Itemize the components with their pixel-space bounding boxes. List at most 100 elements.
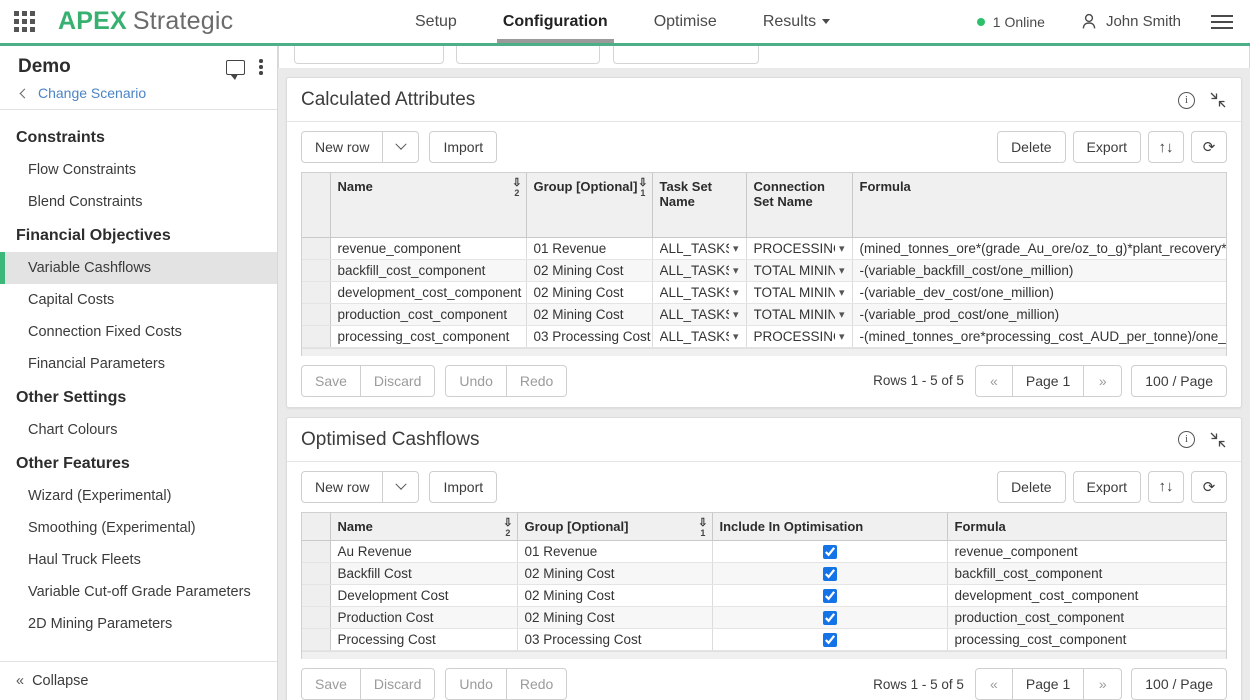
cell-task-set[interactable]: ALL_TASKS ▾	[652, 325, 747, 348]
sidebar-item-financial-parameters[interactable]: Financial Parameters	[0, 348, 277, 380]
new-row-button[interactable]: New row	[301, 470, 384, 503]
cell-include[interactable]	[712, 540, 948, 563]
cell-group[interactable]: 02 Mining Cost	[517, 606, 713, 629]
first-page-button[interactable]: «	[974, 668, 1013, 700]
column-header-connection-set-name[interactable]: Connection Set Name	[746, 173, 853, 238]
horizontal-scrollbar[interactable]	[302, 347, 1226, 356]
cell-name[interactable]: processing_cost_component	[330, 325, 527, 348]
partial-input-field-2[interactable]	[456, 46, 600, 64]
sidebar-collapse-button[interactable]: « Collapse	[0, 661, 277, 700]
more-options-icon[interactable]	[259, 57, 263, 78]
export-button[interactable]: Export	[1072, 131, 1141, 163]
row-selector[interactable]	[302, 237, 331, 260]
cell-name[interactable]: backfill_cost_component	[330, 259, 527, 282]
table-row[interactable]: Production Cost 02 Mining Cost productio…	[302, 606, 1226, 629]
column-header-task-set-name[interactable]: Task Set Name	[652, 173, 747, 238]
row-selector[interactable]	[302, 281, 331, 304]
cell-connection-set[interactable]: TOTAL MINING▾	[746, 281, 853, 304]
table-row[interactable]: Backfill Cost 02 Mining Cost backfill_co…	[302, 562, 1226, 585]
refresh-icon-button[interactable]: ⟳	[1191, 470, 1227, 503]
row-selector[interactable]	[302, 325, 331, 348]
hamburger-menu-icon[interactable]	[1211, 11, 1233, 33]
next-page-button[interactable]: »	[1084, 364, 1123, 397]
sidebar-item-chart-colours[interactable]: Chart Colours	[0, 414, 277, 446]
cell-group[interactable]: 01 Revenue	[526, 237, 653, 260]
sidebar-item-smoothing[interactable]: Smoothing (Experimental)	[0, 512, 277, 544]
partial-input-field-1[interactable]	[294, 46, 444, 64]
save-button[interactable]: Save	[301, 364, 361, 397]
table-row[interactable]: development_cost_component 02 Mining Cos…	[302, 281, 1226, 304]
column-header-formula[interactable]: Formula	[852, 173, 1226, 238]
cell-name[interactable]: Au Revenue	[330, 540, 518, 563]
cell-formula[interactable]: revenue_component	[947, 540, 1226, 563]
new-row-button[interactable]: New row	[301, 131, 384, 163]
row-selector[interactable]	[302, 259, 331, 282]
current-page-button[interactable]: Page 1	[1012, 668, 1085, 700]
sort-indicator[interactable]: ⇩ 2	[503, 517, 512, 538]
table-row[interactable]: Au Revenue 01 Revenue revenue_component	[302, 540, 1226, 563]
row-selector[interactable]	[302, 584, 331, 607]
cell-task-set[interactable]: ALL_TASKS ▾	[652, 259, 747, 282]
cell-formula[interactable]: (mined_tonnes_ore*(grade_Au_ore/oz_to_g)…	[852, 237, 1226, 260]
collapse-panel-icon[interactable]	[1209, 91, 1227, 109]
cell-include[interactable]	[712, 562, 948, 585]
refresh-icon-button[interactable]: ⟳	[1191, 131, 1227, 163]
cell-group[interactable]: 01 Revenue	[517, 540, 713, 563]
cell-formula[interactable]: -(mined_tonnes_ore*processing_cost_AUD_p…	[852, 325, 1226, 348]
cell-task-set[interactable]: ALL_TASKS ▾	[652, 281, 747, 304]
undo-button[interactable]: Undo	[445, 668, 507, 700]
table-row[interactable]: Processing Cost 03 Processing Cost proce…	[302, 628, 1226, 651]
info-icon[interactable]: i	[1178, 91, 1195, 109]
sidebar-item-haul-truck-fleets[interactable]: Haul Truck Fleets	[0, 544, 277, 576]
page-size-button[interactable]: 100 / Page	[1131, 668, 1227, 700]
undo-button[interactable]: Undo	[445, 364, 507, 397]
save-button[interactable]: Save	[301, 668, 361, 700]
cell-group[interactable]: 02 Mining Cost	[526, 281, 653, 304]
redo-button[interactable]: Redo	[506, 364, 568, 397]
delete-button[interactable]: Delete	[997, 470, 1066, 503]
sort-icon-button[interactable]: ↑↓	[1148, 131, 1184, 163]
cell-formula[interactable]: -(variable_prod_cost/one_million)	[852, 303, 1226, 326]
row-selector[interactable]	[302, 303, 331, 326]
cell-connection-set[interactable]: PROCESSING ▾	[746, 237, 853, 260]
column-header-group[interactable]: Group [Optional] ⇩ 1	[526, 173, 653, 238]
collapse-panel-icon[interactable]	[1209, 431, 1227, 449]
cell-task-set[interactable]: ALL_TASKS ▾	[652, 303, 747, 326]
nav-item-optimise[interactable]: Optimise	[654, 0, 717, 43]
cell-group[interactable]: 02 Mining Cost	[526, 303, 653, 326]
cell-group[interactable]: 02 Mining Cost	[526, 259, 653, 282]
change-scenario-link[interactable]: Change Scenario	[18, 85, 263, 101]
column-header-name[interactable]: Name ⇩ 2	[330, 512, 518, 541]
include-in-optimisation-checkbox[interactable]	[822, 544, 837, 559]
cell-name[interactable]: Backfill Cost	[330, 562, 518, 585]
table-row[interactable]: backfill_cost_component 02 Mining Cost A…	[302, 259, 1226, 282]
sort-indicator[interactable]: ⇩ 2	[512, 178, 521, 199]
delete-button[interactable]: Delete	[997, 131, 1066, 163]
first-page-button[interactable]: «	[974, 364, 1013, 397]
include-in-optimisation-checkbox[interactable]	[822, 588, 837, 603]
discard-button[interactable]: Discard	[360, 364, 436, 397]
nav-item-results[interactable]: Results	[763, 0, 831, 43]
sidebar-item-connection-fixed-costs[interactable]: Connection Fixed Costs	[0, 316, 277, 348]
current-page-button[interactable]: Page 1	[1012, 364, 1085, 397]
cell-name[interactable]: Production Cost	[330, 606, 518, 629]
cell-include[interactable]	[712, 584, 948, 607]
cell-formula[interactable]: production_cost_component	[947, 606, 1226, 629]
select-all-header[interactable]	[302, 173, 331, 238]
nav-item-configuration[interactable]: Configuration	[496, 0, 614, 43]
cell-formula[interactable]: -(variable_backfill_cost/one_million)	[852, 259, 1226, 282]
cell-group[interactable]: 02 Mining Cost	[517, 584, 713, 607]
import-button[interactable]: Import	[429, 131, 498, 163]
cell-formula[interactable]: backfill_cost_component	[947, 562, 1226, 585]
cell-group[interactable]: 03 Processing Cost	[526, 325, 653, 348]
nav-item-setup[interactable]: Setup	[415, 0, 457, 43]
new-row-dropdown-button[interactable]	[383, 470, 420, 503]
app-grid-icon[interactable]	[12, 10, 36, 34]
cell-name[interactable]: production_cost_component	[330, 303, 527, 326]
cell-formula[interactable]: processing_cost_component	[947, 628, 1226, 651]
user-menu[interactable]: John Smith	[1081, 13, 1181, 30]
sidebar-item-wizard[interactable]: Wizard (Experimental)	[0, 480, 277, 512]
sidebar-item-blend-constraints[interactable]: Blend Constraints	[0, 186, 277, 218]
page-size-button[interactable]: 100 / Page	[1131, 364, 1227, 397]
sidebar-item-flow-constraints[interactable]: Flow Constraints	[0, 154, 277, 186]
